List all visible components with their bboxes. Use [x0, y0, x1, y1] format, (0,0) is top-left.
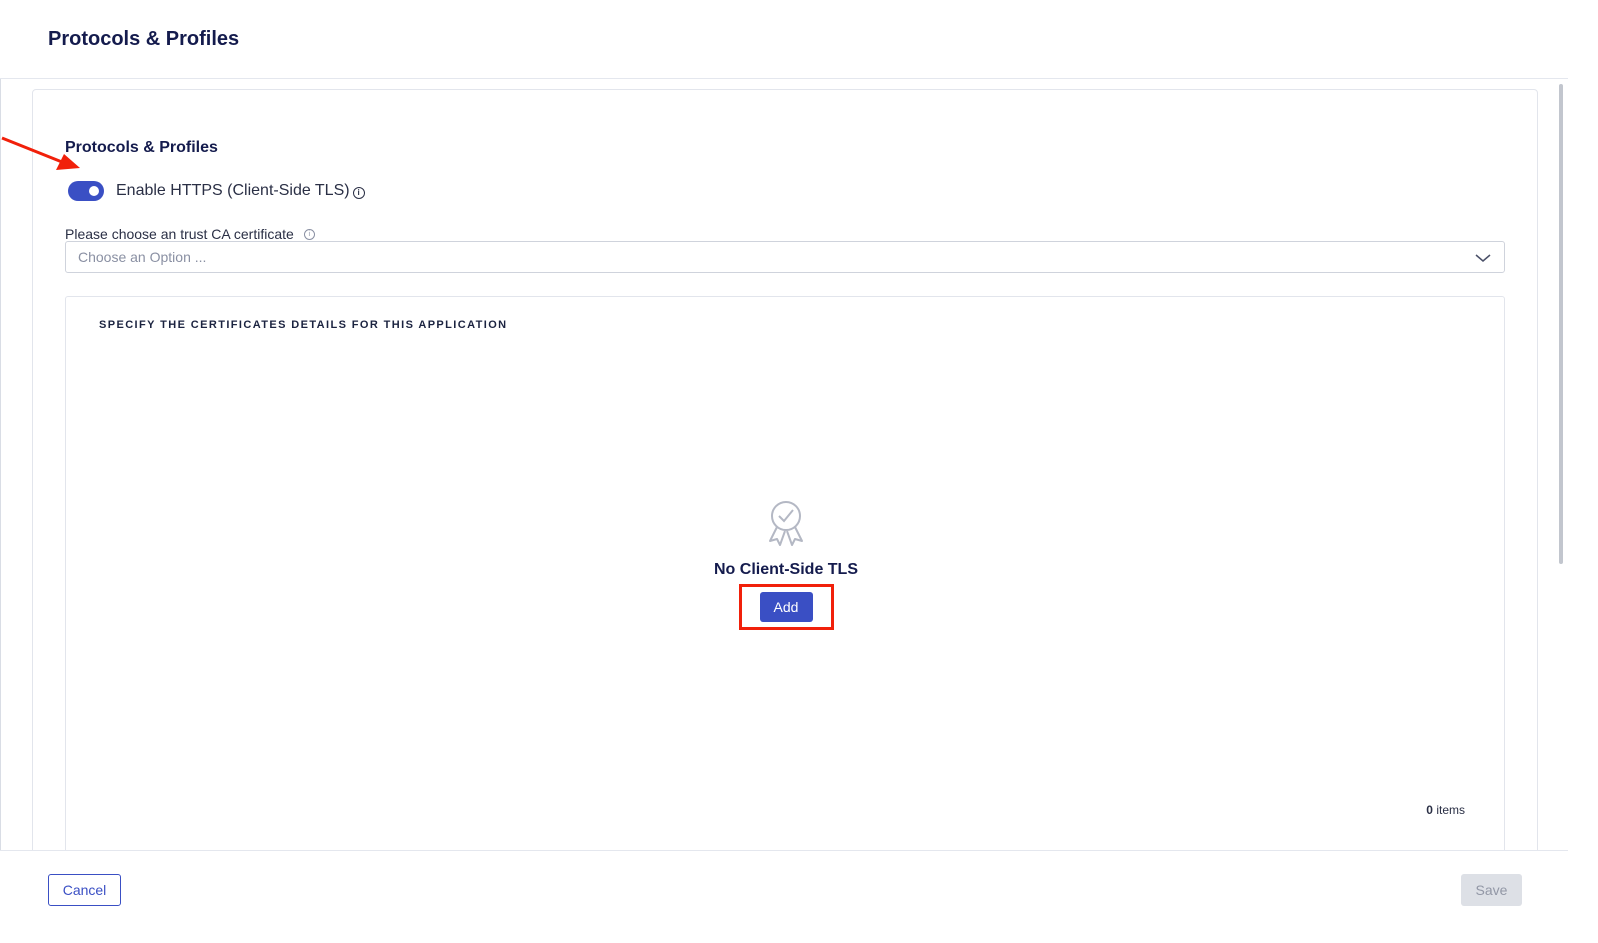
save-button[interactable]: Save [1461, 874, 1522, 906]
select-placeholder: Choose an Option ... [78, 249, 207, 265]
https-toggle[interactable] [68, 181, 104, 201]
https-toggle-label: Enable HTTPS (Client-Side TLS) [116, 182, 350, 199]
items-count: 0 items [1426, 803, 1465, 817]
certificates-heading: SPECIFY THE CERTIFICATES DETAILS FOR THI… [99, 319, 508, 331]
toggle-knob [89, 186, 99, 196]
certificates-panel: SPECIFY THE CERTIFICATES DETAILS FOR THI… [65, 296, 1505, 850]
https-toggle-row: Enable HTTPS (Client-Side TLS) i [68, 180, 365, 202]
page-header: Protocols & Profiles [0, 0, 1568, 79]
certificate-badge-icon [769, 501, 803, 546]
ca-info-icon[interactable]: i [303, 228, 315, 240]
empty-state: No Client-Side TLS Add [66, 497, 1506, 630]
empty-state-text: No Client-Side TLS [714, 561, 858, 578]
info-icon[interactable]: i [352, 186, 365, 199]
ca-certificate-select[interactable]: Choose an Option ... [65, 241, 1505, 273]
protocols-profiles-page: Protocols & Profiles Protocols & Profile… [0, 0, 1598, 943]
annotation-arrow-icon [1, 136, 80, 170]
ca-certificate-label: Please choose an trust CA certificate i [65, 226, 315, 242]
chevron-down-icon [1475, 254, 1491, 262]
protocols-card: Protocols & Profiles Enable HTTPS (Clien… [32, 89, 1538, 850]
page-footer: Cancel Save [0, 850, 1568, 925]
ca-certificate-label-text: Please choose an trust CA certificate [65, 226, 294, 242]
items-count-number: 0 [1426, 803, 1433, 817]
items-count-label: items [1432, 803, 1465, 817]
content-scroll-area[interactable]: Protocols & Profiles Enable HTTPS (Clien… [0, 80, 1568, 850]
cancel-button[interactable]: Cancel [48, 874, 121, 906]
scrollbar-thumb[interactable] [1559, 84, 1563, 564]
add-button-highlight: Add [738, 584, 834, 630]
page-title: Protocols & Profiles [48, 28, 240, 50]
vertical-scrollbar[interactable] [1556, 80, 1566, 850]
add-button[interactable]: Add [759, 592, 813, 622]
